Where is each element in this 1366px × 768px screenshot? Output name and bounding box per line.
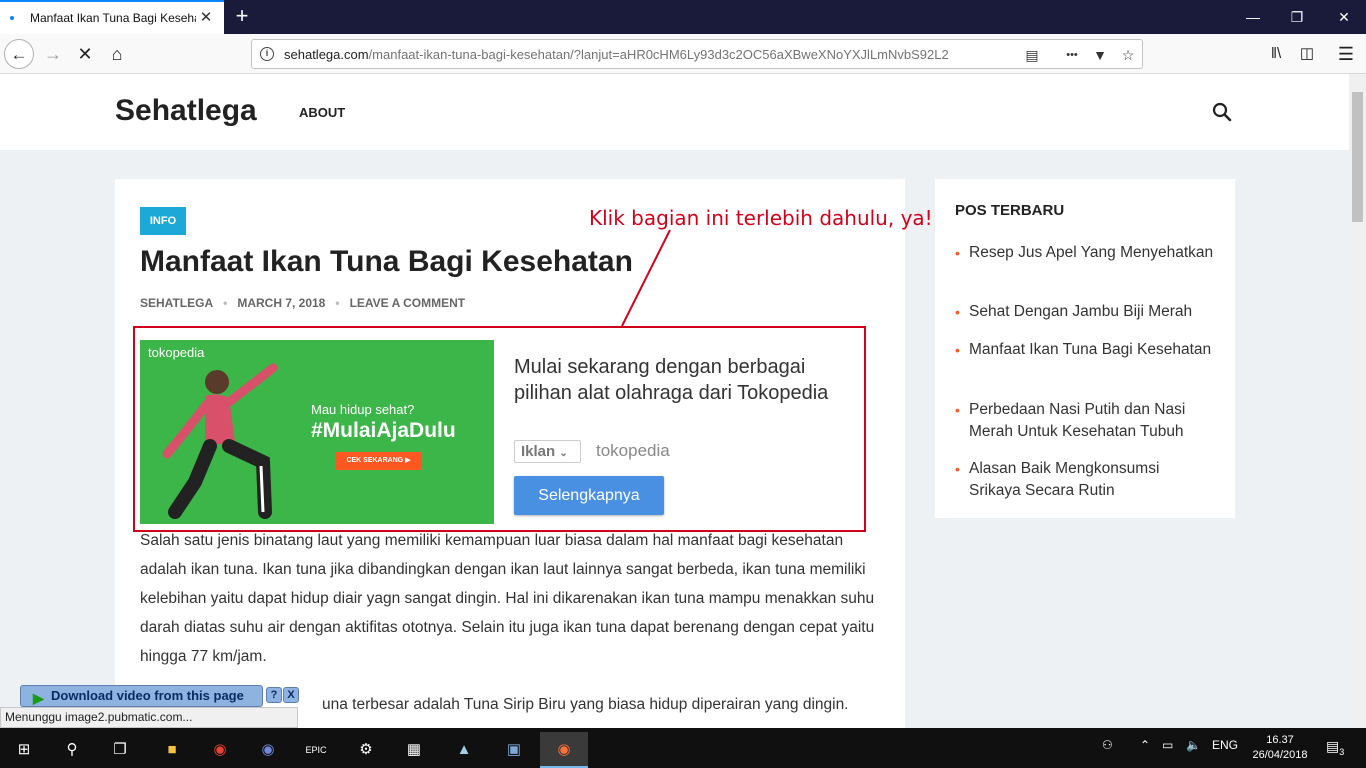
network-app-icon[interactable]: ▣	[490, 732, 538, 768]
library-icon[interactable]: ‖\	[1261, 39, 1291, 69]
bullet-icon: •	[955, 245, 960, 261]
steam-icon[interactable]: ⚙	[342, 732, 390, 768]
browser-tab-bar: Manfaat Ikan Tuna Bagi Kesehatan ✕ + — ❐…	[0, 0, 1366, 34]
sidebar-post-label: Perbedaan Nasi Putih dan Nasi Merah Untu…	[969, 401, 1186, 440]
clock-time: 16.37	[1266, 734, 1294, 746]
article-meta: SEHATLEGA • MARCH 7, 2018 • LEAVE A COMMENT	[140, 296, 465, 310]
app-icon[interactable]: ▲	[440, 732, 488, 768]
download-video-bar: ▶ Download video from this page ? X	[20, 685, 300, 707]
url-bar[interactable]: i sehatlega.com/manfaat-ikan-tuna-bagi-k…	[251, 39, 1143, 69]
nav-about-link[interactable]: ABOUT	[299, 105, 345, 120]
article-title: Manfaat Ikan Tuna Bagi Kesehatan	[140, 245, 633, 278]
meta-separator: •	[223, 296, 228, 310]
language-indicator[interactable]: ENG	[1212, 738, 1238, 752]
page-actions-icon[interactable]: •••	[1062, 45, 1082, 65]
forward-icon[interactable]: →	[38, 39, 68, 69]
network-icon[interactable]: ▭	[1162, 738, 1173, 752]
show-hidden-icons-icon[interactable]: ⌃	[1140, 738, 1150, 752]
calculator-icon[interactable]: ▦	[390, 732, 438, 768]
meta-separator: •	[335, 296, 340, 310]
loading-indicator-icon	[10, 16, 14, 20]
restore-icon[interactable]: ❐	[1285, 6, 1309, 28]
browser-tab-active[interactable]: Manfaat Ikan Tuna Bagi Kesehatan ✕	[0, 0, 224, 34]
stop-icon[interactable]: ✕	[70, 39, 100, 69]
tab-title: Manfaat Ikan Tuna Bagi Kesehatan	[30, 11, 196, 25]
site-logo[interactable]: Sehatlega	[115, 94, 257, 128]
task-view-icon[interactable]: ❐	[96, 732, 144, 768]
article-paragraph-partial: una terbesar adalah Tuna Sirip Biru yang…	[322, 696, 849, 713]
page-scrollbar[interactable]	[1349, 74, 1366, 728]
pocket-icon[interactable]: ▼	[1090, 45, 1110, 65]
windows-taskbar: ⊞ ⚲ ❐ ■ ◉ ◉ EPIC ⚙ ▦ ▲ ▣ ◉ ⚇ ⌃ ▭ 🔈 ENG 1…	[0, 728, 1366, 768]
sidebar-post-label: Manfaat Ikan Tuna Bagi Kesehatan	[969, 341, 1212, 358]
menu-icon[interactable]: ☰	[1331, 39, 1361, 69]
close-window-icon[interactable]: ✕	[1332, 6, 1356, 28]
date-link[interactable]: MARCH 7, 2018	[237, 296, 325, 310]
reader-view-icon[interactable]: ▤	[1022, 45, 1042, 65]
bullet-icon: •	[955, 461, 960, 477]
file-explorer-icon[interactable]: ■	[148, 732, 196, 768]
help-icon[interactable]: ?	[266, 687, 282, 703]
sidebar-post-link[interactable]: • Perbedaan Nasi Putih dan Nasi Merah Unt…	[955, 399, 1215, 443]
url-text[interactable]: sehatlega.com/manfaat-ikan-tuna-bagi-kes…	[284, 47, 984, 62]
home-icon[interactable]: ⌂	[102, 39, 132, 69]
author-link[interactable]: SEHATLEGA	[140, 296, 213, 310]
firefox-icon[interactable]: ◉	[540, 732, 588, 768]
url-host: sehatlega.com	[284, 47, 369, 62]
site-info-icon[interactable]: i	[260, 47, 274, 61]
url-path: /manfaat-ikan-tuna-bagi-kesehatan/?lanju…	[368, 47, 949, 62]
browser-nav-bar: ← → ✕ ⌂ i sehatlega.com/manfaat-ikan-tun…	[0, 34, 1366, 74]
new-tab-button[interactable]: +	[230, 4, 254, 28]
windows-start-icon[interactable]: ⊞	[0, 732, 48, 768]
clock[interactable]: 16.37 26/04/2018	[1248, 733, 1312, 763]
scrollbar-thumb[interactable]	[1352, 92, 1363, 222]
bookmark-star-icon[interactable]: ☆	[1118, 45, 1138, 65]
epic-games-icon[interactable]: EPIC	[292, 732, 340, 768]
back-icon[interactable]: ←	[4, 39, 34, 69]
search-icon[interactable]: ⚲	[48, 732, 96, 768]
annotation-highlight-box	[133, 326, 866, 532]
chrome-icon[interactable]: ◉	[196, 732, 244, 768]
sidebar-post-link[interactable]: • Sehat Dengan Jambu Biji Merah	[955, 301, 1215, 323]
sidebar-post-label: Sehat Dengan Jambu Biji Merah	[969, 303, 1193, 320]
site-header: Sehatlega ABOUT	[0, 74, 1349, 150]
category-badge[interactable]: INFO	[140, 207, 186, 235]
minimize-icon[interactable]: —	[1241, 6, 1265, 28]
sidebar-post-label: Alasan Baik Mengkonsumsi Srikaya Secara …	[969, 460, 1160, 499]
sidebar-post-link[interactable]: • Manfaat Ikan Tuna Bagi Kesehatan	[955, 339, 1215, 361]
annotation-text: Klik bagian ini terlebih dahulu, ya!	[589, 206, 933, 230]
discord-icon[interactable]: ◉	[244, 732, 292, 768]
volume-icon[interactable]: 🔈	[1186, 738, 1201, 752]
notification-count: 3	[1339, 746, 1345, 757]
comment-link[interactable]: LEAVE A COMMENT	[350, 296, 466, 310]
bullet-icon: •	[955, 304, 960, 320]
close-tab-icon[interactable]: ✕	[198, 10, 214, 26]
download-video-button[interactable]: ▶ Download video from this page	[20, 685, 263, 707]
people-icon[interactable]: ⚇	[1102, 738, 1113, 752]
article-paragraph: Salah satu jenis binatang laut yang memi…	[140, 532, 875, 665]
clock-date: 26/04/2018	[1252, 749, 1308, 761]
bullet-icon: •	[955, 402, 960, 418]
search-icon[interactable]	[1212, 102, 1232, 122]
bullet-icon: •	[955, 342, 960, 358]
sidebar-post-label: Resep Jus Apel Yang Menyehatkan	[969, 244, 1214, 261]
sidebar-icon[interactable]: ◫	[1292, 39, 1322, 69]
sidebar-title: POS TERBARU	[955, 202, 1065, 219]
close-overlay-icon[interactable]: X	[283, 687, 299, 703]
action-center-icon[interactable]: ▤3	[1326, 738, 1344, 757]
sidebar-post-link[interactable]: • Resep Jus Apel Yang Menyehatkan	[955, 242, 1215, 264]
sidebar-post-link[interactable]: • Alasan Baik Mengkonsumsi Srikaya Secara…	[955, 458, 1215, 502]
status-bar: Menunggu image2.pubmatic.com...	[0, 707, 298, 728]
play-icon: ▶	[33, 690, 44, 706]
sidebar-widget: POS TERBARU • Resep Jus Apel Yang Menyeha…	[935, 179, 1235, 518]
download-video-label: Download video from this page	[51, 688, 244, 703]
web-page: Sehatlega ABOUT INFO Manfaat Ikan Tuna B…	[0, 74, 1349, 728]
